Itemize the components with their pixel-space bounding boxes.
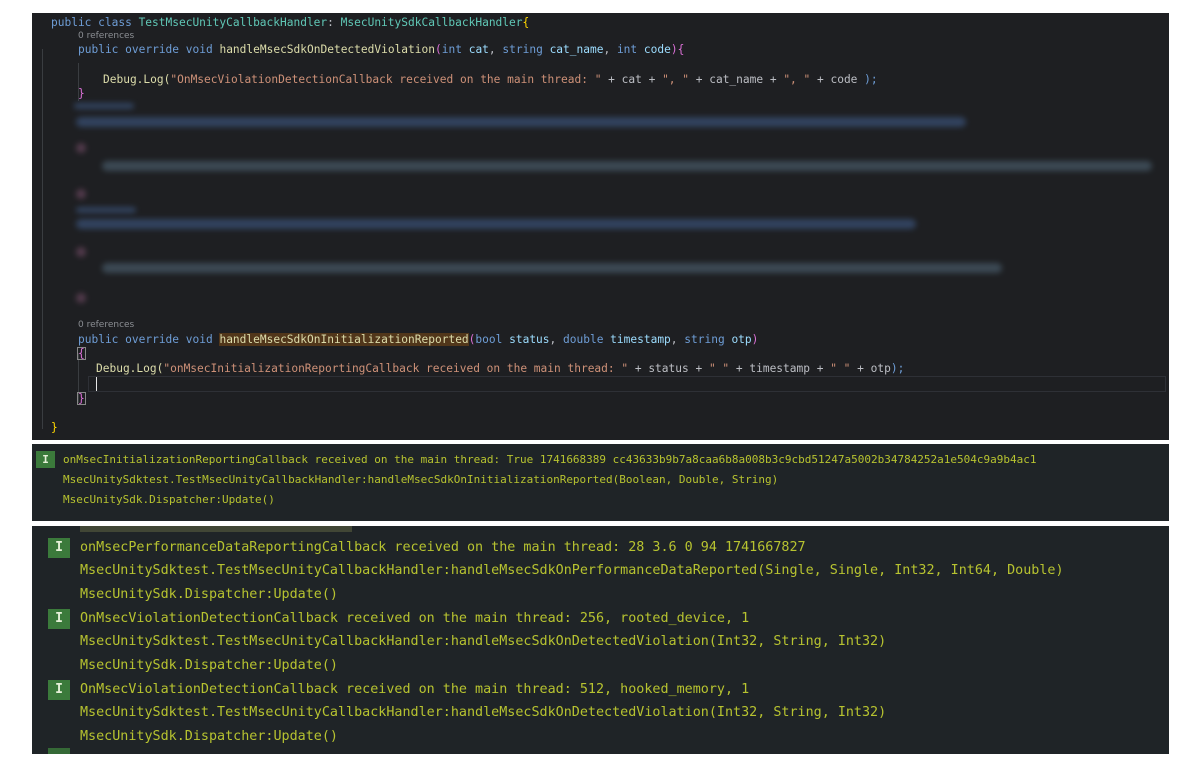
console-panel[interactable]: I onMsecInitializationReportingCallback … xyxy=(32,444,1169,521)
log-stack-frame[interactable]: MsecUnitySdktest.TestMsecUnityCallbackHa… xyxy=(63,470,778,490)
blurred-line xyxy=(102,263,1002,273)
method-end-brace: } xyxy=(78,392,85,405)
clipped-next-badge xyxy=(48,748,70,754)
method-open-brace: { xyxy=(78,347,85,360)
method-signature-initialization-reported: public override void handleMsecSdkOnInit… xyxy=(78,333,759,346)
blurred-line xyxy=(76,247,86,257)
info-log-icon: I xyxy=(36,451,55,468)
info-log-icon: I xyxy=(48,680,70,700)
log-message[interactable]: OnMsecViolationDetectionCallback receive… xyxy=(80,607,749,630)
blurred-line xyxy=(76,219,916,229)
clipped-previous-line xyxy=(80,526,352,532)
log-stack-frame[interactable]: MsecUnitySdktest.TestMsecUnityCallbackHa… xyxy=(80,701,886,724)
console-panel[interactable]: I onMsecPerformanceDataReportingCallback… xyxy=(32,526,1169,754)
blurred-line xyxy=(76,117,966,127)
info-log-icon: I xyxy=(48,609,70,629)
method-signature-detected-violation: public override void handleMsecSdkOnDete… xyxy=(78,43,685,56)
debug-log-line-violation: Debug.Log("OnMsecViolationDetectionCallb… xyxy=(103,73,878,86)
log-message[interactable]: onMsecPerformanceDataReportingCallback r… xyxy=(80,536,806,559)
text-caret xyxy=(96,377,97,391)
current-line-highlight xyxy=(88,376,1166,392)
log-message[interactable]: onMsecInitializationReportingCallback re… xyxy=(63,450,1037,470)
blurred-line xyxy=(76,189,86,199)
blurred-line xyxy=(76,293,86,303)
info-log-icon: I xyxy=(48,538,70,558)
class-declaration-line: public class TestMsecUnityCallbackHandle… xyxy=(51,16,530,29)
code-editor[interactable]: public class TestMsecUnityCallbackHandle… xyxy=(32,13,1169,440)
indent-guide xyxy=(42,49,43,429)
debug-log-line-initialization: Debug.Log("onMsecInitializationReporting… xyxy=(96,362,905,375)
log-stack-frame[interactable]: MsecUnitySdktest.TestMsecUnityCallbackHa… xyxy=(80,559,1064,582)
blurred-line xyxy=(74,103,134,109)
log-stack-frame[interactable]: MsecUnitySdk.Dispatcher:Update() xyxy=(80,654,338,677)
log-stack-frame[interactable]: MsecUnitySdk.Dispatcher:Update() xyxy=(80,725,338,748)
blurred-line xyxy=(76,207,136,213)
log-message[interactable]: OnMsecViolationDetectionCallback receive… xyxy=(80,678,749,701)
method-end-brace: } xyxy=(78,87,85,100)
log-stack-frame[interactable]: MsecUnitySdktest.TestMsecUnityCallbackHa… xyxy=(80,630,886,653)
log-stack-frame[interactable]: MsecUnitySdk.Dispatcher:Update() xyxy=(63,490,275,510)
log-stack-frame[interactable]: MsecUnitySdk.Dispatcher:Update() xyxy=(80,583,338,606)
references-codelens[interactable]: 0 references xyxy=(78,31,134,41)
references-codelens[interactable]: 0 references xyxy=(78,320,134,330)
blurred-line xyxy=(76,143,86,153)
class-end-brace: } xyxy=(51,421,58,434)
blurred-line xyxy=(102,161,1152,171)
